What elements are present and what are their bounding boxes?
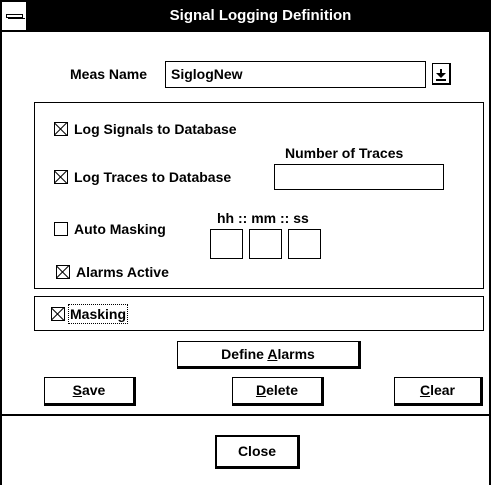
window-border-left xyxy=(0,0,2,485)
seconds-input[interactable] xyxy=(288,229,321,259)
close-button[interactable]: Close xyxy=(215,435,300,469)
log-signals-checkbox[interactable] xyxy=(54,122,68,136)
clear-button[interactable]: Clear xyxy=(394,377,483,406)
delete-button[interactable]: Delete xyxy=(232,377,324,406)
footer-divider xyxy=(0,414,491,416)
title-bar: Signal Logging Definition xyxy=(0,0,491,32)
meas-name-value: SiglogNew xyxy=(171,66,243,82)
log-traces-checkbox[interactable] xyxy=(54,170,68,184)
hours-input[interactable] xyxy=(210,229,243,259)
dropdown-arrow-icon xyxy=(436,69,446,81)
masking-checkbox[interactable] xyxy=(51,307,65,321)
alarms-active-label[interactable]: Alarms Active xyxy=(76,264,169,280)
meas-name-combo[interactable]: SiglogNew xyxy=(165,61,426,88)
auto-masking-label[interactable]: Auto Masking xyxy=(74,221,166,237)
window-border-right xyxy=(489,0,491,485)
time-format-label: hh :: mm :: ss xyxy=(217,210,309,226)
masking-label[interactable]: Masking xyxy=(67,304,129,324)
alarms-active-checkbox[interactable] xyxy=(56,265,70,279)
number-of-traces-label: Number of Traces xyxy=(285,145,404,161)
signal-logging-dialog: Signal Logging Definition Meas Name Sigl… xyxy=(0,0,493,485)
system-menu-icon xyxy=(6,14,25,19)
log-traces-label[interactable]: Log Traces to Database xyxy=(74,169,231,185)
number-of-traces-input[interactable] xyxy=(274,164,444,190)
minutes-input[interactable] xyxy=(249,229,282,259)
log-signals-label[interactable]: Log Signals to Database xyxy=(74,121,237,137)
save-button[interactable]: Save xyxy=(44,377,136,406)
define-alarms-button[interactable]: Define Alarms xyxy=(177,341,361,369)
auto-masking-checkbox[interactable] xyxy=(54,222,68,236)
define-alarms-accelerator: A xyxy=(267,346,278,362)
meas-name-dropdown-button[interactable] xyxy=(432,63,451,85)
window-title: Signal Logging Definition xyxy=(169,7,352,24)
meas-name-label: Meas Name xyxy=(70,66,148,82)
system-menu-button[interactable] xyxy=(2,2,28,30)
